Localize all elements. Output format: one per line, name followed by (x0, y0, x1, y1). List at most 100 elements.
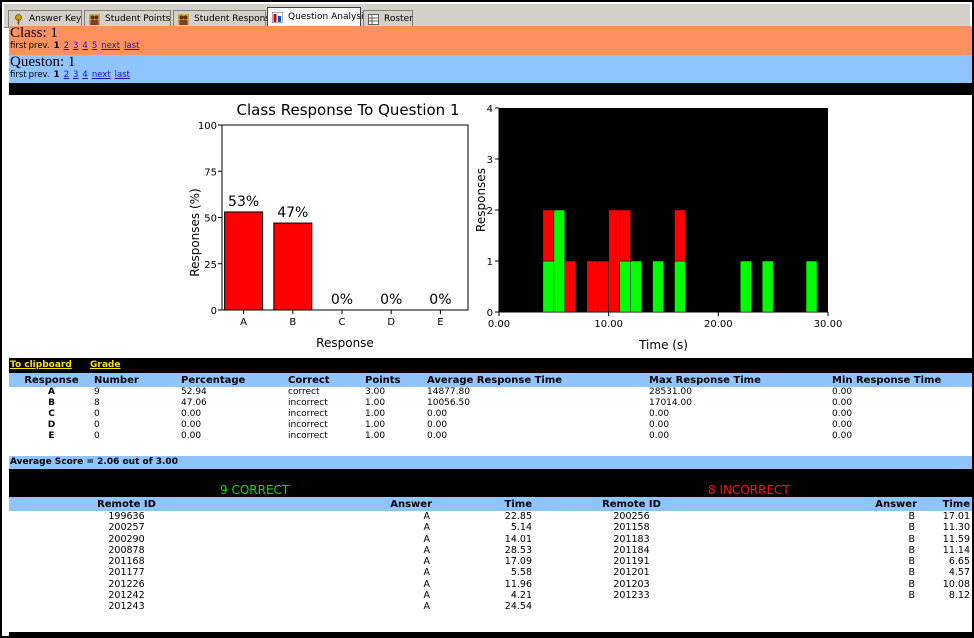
pager-page-link[interactable]: 2 (64, 41, 69, 51)
table-cell: 11.30 (942, 522, 970, 534)
table-row: 199636 A 22.85 200256 B 17.01 (9, 511, 972, 522)
chart-area: Class Response To Question 1 0 25 50 75 100 A 5… (9, 95, 972, 357)
table-cell: 47.06 (181, 398, 207, 408)
x-tick-label: B (289, 317, 296, 328)
table-cell: 5.58 (510, 567, 532, 579)
histogram-bar-incorrect (608, 209, 620, 313)
table-cell: 201203 (613, 578, 650, 590)
table-cell: 199636 (108, 511, 145, 522)
table-cell: B (908, 511, 915, 522)
column-header: Time (444, 497, 534, 511)
x-tick-label: 20.00 (704, 319, 733, 330)
pager-page-link[interactable]: 5 (92, 41, 97, 51)
table-cell: 0.00 (649, 431, 670, 441)
y-tick-label: 50 (204, 214, 217, 225)
pager-current: 1 (53, 70, 60, 80)
column-header: Min Response Time (832, 373, 972, 387)
pager-page-link[interactable]: 3 (73, 70, 78, 80)
grade-link[interactable]: Grade (90, 360, 120, 370)
incorrect-title: 8 INCORRECT (708, 483, 790, 497)
table-cell: A (423, 601, 431, 613)
table-cell: 11.96 (504, 578, 532, 590)
table-header-row: Response Number Percentage Correct Point… (9, 373, 972, 387)
table-cell: 52.94 (181, 387, 207, 397)
x-tick-label: 30.00 (814, 319, 843, 330)
histogram-bar-incorrect (619, 209, 631, 262)
histogram-bar-correct (630, 260, 642, 313)
column-header: Time (929, 497, 972, 511)
table-row: C 0 0.00 incorrect 1.00 0.00 0.00 0.00 (9, 409, 972, 420)
column-header: Remote ID (534, 497, 729, 511)
histogram-bar-correct (542, 260, 555, 313)
column-header: Percentage (181, 373, 288, 387)
table-cell: 5.14 (510, 522, 532, 534)
table-cell: 0.00 (427, 420, 448, 430)
question-pager: first prev. 1 2 3 4 next last (9, 70, 972, 81)
table-cell: 201191 (613, 556, 650, 568)
histogram-bar-incorrect (564, 260, 577, 313)
table-row: 201243 A 24.54 (9, 601, 972, 612)
divider-bar (9, 83, 972, 95)
table-cell: 0 (94, 409, 100, 419)
table-cell: 0.00 (427, 409, 448, 419)
table-cell: 0.00 (427, 431, 448, 441)
table-cell: incorrect (288, 398, 328, 408)
tab-bar: Answer Key Student Points Student Respon… (4, 4, 970, 29)
table-cell: 28531.00 (649, 387, 692, 397)
table-cell: 17.01 (942, 511, 970, 522)
chart-title: Class Response To Question 1 (236, 101, 459, 119)
table-cell: 0.00 (832, 420, 853, 430)
table-cell: 201158 (613, 522, 650, 534)
histogram-bar-correct (805, 260, 818, 313)
table-cell: incorrect (288, 431, 328, 441)
pager-first: first (10, 70, 27, 80)
average-score: Average Score = 2.06 out of 3.00 (9, 456, 972, 469)
table-cell: 10.08 (942, 578, 970, 590)
table-cell: B (908, 544, 915, 556)
table-header-row: Remote ID Answer Time Remote ID Answer T… (9, 497, 972, 511)
table-cell: 1.00 (365, 431, 386, 441)
class-title: Class: 1 (10, 25, 58, 41)
table-cell: 201242 (108, 590, 145, 602)
table-cell: 22.85 (504, 511, 532, 522)
pager-last-link[interactable]: last (115, 70, 130, 80)
x-tick-label: E (437, 317, 443, 328)
table-cell: A (423, 511, 431, 522)
table-cell: 0.00 (649, 420, 670, 430)
table-cell: 201243 (108, 601, 145, 613)
data-label: 53% (228, 194, 259, 210)
table-cell: 200878 (108, 544, 145, 556)
pager-page-link[interactable]: 3 (73, 41, 78, 51)
table-cell: 4.21 (510, 590, 532, 602)
table-cell: E (48, 431, 55, 441)
data-label: 47% (277, 205, 308, 221)
pager-page-link[interactable]: 4 (82, 70, 87, 80)
table-cell: B (908, 578, 915, 590)
table-cell: 0.00 (832, 387, 853, 397)
column-header: Response (9, 373, 94, 387)
y-axis-label: Responses (%) (188, 188, 202, 276)
pager-prev: prev. (28, 70, 50, 80)
table-cell (729, 601, 929, 612)
table-cell: 3.00 (365, 387, 386, 397)
pager-next-link[interactable]: next (92, 70, 111, 80)
data-label: 0% (331, 292, 353, 308)
column-header: Answer (729, 497, 929, 511)
table-cell: 1.00 (365, 398, 386, 408)
table-cell: 14877.80 (427, 387, 470, 397)
table-cell: 0.00 (181, 409, 202, 419)
y-tick-label: 0 (487, 308, 493, 319)
x-tick-label: A (240, 317, 247, 328)
pager-last-link[interactable]: last (124, 41, 139, 51)
histogram-bar-correct (553, 209, 566, 313)
table-cell: B (908, 567, 915, 579)
table-row: B 8 47.06 incorrect 1.00 10056.50 17014.00 0.00 (9, 398, 972, 409)
pager-next-link[interactable]: next (101, 41, 120, 51)
table-cell: incorrect (288, 420, 328, 430)
pager-page-link[interactable]: 2 (64, 70, 69, 80)
pager-page-link[interactable]: 4 (82, 41, 87, 51)
to-clipboard-link[interactable]: To clipboard (10, 360, 72, 370)
table-cell: 0.00 (832, 409, 853, 419)
table-row: 201226 A 11.96 201203 B 10.08 (9, 579, 972, 590)
table-cell: 0.00 (181, 431, 202, 441)
